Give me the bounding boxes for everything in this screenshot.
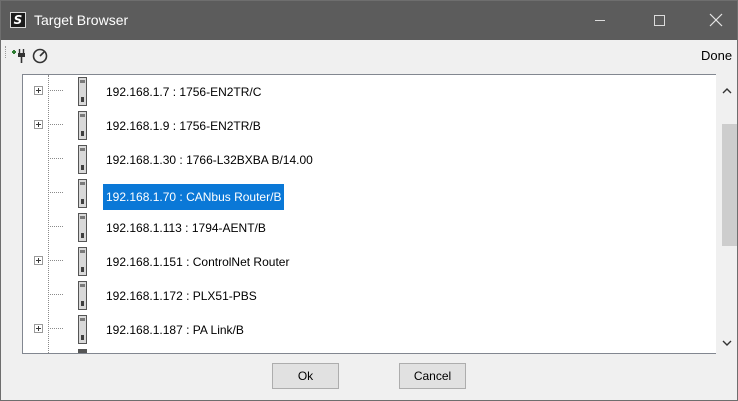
tree-item-selected[interactable]: 192.168.1.70 : CANbus Router/B <box>23 177 723 211</box>
title-bar[interactable]: S Target Browser <box>1 1 737 40</box>
tree-item-label[interactable]: 192.168.1.70 : CANbus Router/B <box>103 184 285 210</box>
device-module-icon <box>78 213 87 242</box>
close-button[interactable] <box>693 1 737 40</box>
scroll-down-arrow-icon[interactable] <box>717 333 737 353</box>
device-module-icon <box>78 349 87 353</box>
tree-item[interactable]: 192.168.1.151 : ControlNet Router <box>23 245 723 279</box>
connect-icon[interactable] <box>10 47 28 65</box>
tree-item[interactable]: 192.168.1.9 : 1756-EN2TR/B <box>23 109 723 143</box>
minimize-icon <box>595 20 605 21</box>
toolbar <box>1 40 737 72</box>
minimize-button[interactable] <box>577 1 623 40</box>
toolbar-grip[interactable] <box>5 46 7 58</box>
done-status-label: Done <box>701 48 733 63</box>
ok-button[interactable]: Ok <box>272 363 339 389</box>
device-module-icon <box>78 145 87 174</box>
scrollbar-thumb[interactable] <box>722 124 737 246</box>
tree-branch-line <box>48 192 63 193</box>
tree-item-label[interactable]: 192.168.1.7 : 1756-EN2TR/C <box>103 83 264 101</box>
scroll-up-arrow-icon[interactable] <box>717 81 737 101</box>
device-module-icon <box>78 247 87 276</box>
tree-branch-line <box>48 260 63 261</box>
close-icon <box>709 13 723 27</box>
device-module-icon <box>78 77 87 106</box>
tree-branch-line <box>48 226 63 227</box>
tree-item-label[interactable]: 192.168.1.9 : 1756-EN2TR/B <box>103 117 264 135</box>
tree-branch-line <box>48 294 63 295</box>
tree-item-label[interactable]: 192.168.1.151 : ControlNet Router <box>103 253 292 271</box>
device-module-icon <box>78 111 87 140</box>
tree-item[interactable]: 192.168.1.30 : 1766-L32BXBA B/14.00 <box>23 143 723 177</box>
tree-item-label[interactable]: 192.168.1.187 : PA Link/B <box>103 321 247 339</box>
expand-icon[interactable] <box>34 256 43 265</box>
tree-item[interactable]: 192.168.1.7 : 1756-EN2TR/C <box>23 75 723 109</box>
tree-branch-line <box>48 90 63 91</box>
maximize-button[interactable] <box>637 1 683 40</box>
tree-item[interactable]: 192.168.1.113 : 1794-AENT/B <box>23 211 723 245</box>
app-logo-icon: S <box>10 12 26 28</box>
tree-item[interactable]: 192.168.1.187 : PA Link/B <box>23 313 723 347</box>
target-browser-window: S Target Browser Done 192.168.1.7: 1756… <box>0 0 738 401</box>
device-module-icon <box>78 179 87 208</box>
window-title: Target Browser <box>34 12 129 28</box>
tree-branch-line <box>48 158 63 159</box>
tree-branch-line <box>48 124 63 125</box>
refresh-icon[interactable] <box>31 47 49 65</box>
expand-icon[interactable] <box>34 324 43 333</box>
device-tree[interactable]: 192.168.1.7 : 1756-EN2TR/C 192.168.1.9 :… <box>22 74 737 354</box>
expand-icon[interactable] <box>34 86 43 95</box>
tree-item[interactable]: 192.168.1.172 : PLX51-PBS <box>23 279 723 313</box>
maximize-icon <box>654 15 665 26</box>
cancel-button[interactable]: Cancel <box>399 363 466 389</box>
expand-icon[interactable] <box>34 120 43 129</box>
tree-branch-line <box>48 328 63 329</box>
tree-item-label[interactable]: 192.168.1.30 : 1766-L32BXBA B/14.00 <box>103 151 316 169</box>
device-module-icon <box>78 315 87 344</box>
tree-item-label[interactable]: 192.168.1.172 : PLX51-PBS <box>103 287 260 305</box>
tree-item-label[interactable]: 192.168.1.113 : 1794-AENT/B <box>103 219 269 237</box>
device-module-icon <box>78 281 87 310</box>
